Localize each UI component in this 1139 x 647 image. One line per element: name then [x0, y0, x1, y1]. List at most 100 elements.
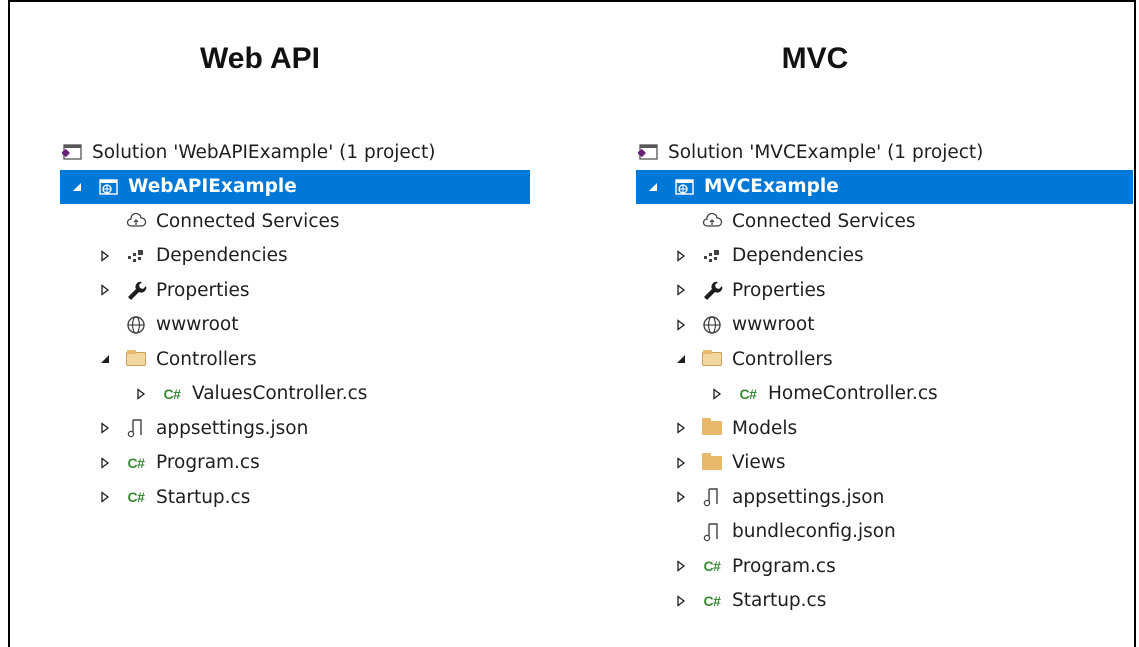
collapsed-arrow-icon[interactable] [96, 247, 114, 265]
no-arrow [96, 316, 114, 334]
expanded-arrow-icon[interactable] [672, 350, 690, 368]
solution-explorer-tree: Solution 'MVCExample' (1 project) MVCExa… [636, 135, 1133, 618]
dependencies-icon [700, 245, 724, 267]
collapsed-arrow-icon[interactable] [96, 488, 114, 506]
json-file-icon [124, 417, 148, 439]
tree-item-label: wwwroot [156, 314, 239, 336]
tree-item-label: ValuesController.cs [192, 383, 368, 405]
tree-item[interactable]: C# ValuesController.cs [60, 377, 530, 412]
csharp-file-icon: C# [703, 592, 721, 609]
tree-item-label: Startup.cs [732, 590, 827, 612]
tree-item[interactable]: Controllers [60, 342, 530, 377]
collapsed-arrow-icon[interactable] [96, 281, 114, 299]
tree-item[interactable]: Views [636, 446, 1133, 481]
project-node[interactable]: MVCExample [636, 169, 1133, 204]
tree-item[interactable]: Properties [636, 273, 1133, 308]
csharp-file-icon: C# [163, 385, 181, 402]
tree-item[interactable]: Connected Services [60, 204, 530, 239]
tree-item[interactable]: Models [636, 411, 1133, 446]
project-label: WebAPIExample [128, 176, 297, 198]
collapsed-arrow-icon[interactable] [672, 316, 690, 334]
dependencies-icon [124, 245, 148, 267]
tree-item-label: Program.cs [732, 555, 836, 577]
tree-item[interactable]: appsettings.json [60, 411, 530, 446]
solution-node[interactable]: Solution 'WebAPIExample' (1 project) [60, 135, 530, 170]
collapsed-arrow-icon[interactable] [96, 419, 114, 437]
no-arrow [672, 523, 690, 541]
visual-studio-solution-icon [636, 141, 660, 163]
json-file-icon [700, 486, 724, 508]
figure-frame: Web API Solution 'WebAPIExample' (1 proj… [8, 0, 1136, 647]
no-arrow [96, 212, 114, 230]
tree-item[interactable]: Dependencies [636, 239, 1133, 274]
globe-icon [124, 314, 148, 336]
collapsed-arrow-icon[interactable] [96, 454, 114, 472]
tree-item-label: Views [732, 452, 786, 474]
project-node[interactable]: WebAPIExample [60, 169, 530, 204]
web-project-icon [96, 176, 120, 198]
connected-services-icon [700, 210, 724, 232]
tree-item[interactable]: wwwroot [636, 308, 1133, 343]
expanded-arrow-icon[interactable] [96, 350, 114, 368]
tree-item-label: appsettings.json [156, 417, 309, 439]
folder-icon [700, 452, 724, 474]
tree-item[interactable]: C# Program.cs [636, 549, 1133, 584]
tree-item-label: Dependencies [732, 245, 864, 267]
csharp-file-icon: C# [739, 385, 757, 402]
wrench-icon [700, 279, 724, 301]
visual-studio-solution-icon [60, 141, 84, 163]
tree-item[interactable]: C# Program.cs [60, 446, 530, 481]
tree-item-label: Dependencies [156, 245, 288, 267]
connected-services-icon [124, 210, 148, 232]
collapsed-arrow-icon[interactable] [672, 247, 690, 265]
tree-item-label: Connected Services [732, 210, 916, 232]
expanded-arrow-icon[interactable] [644, 178, 662, 196]
tree-item[interactable]: Controllers [636, 342, 1133, 377]
tree-item[interactable]: Properties [60, 273, 530, 308]
collapsed-arrow-icon[interactable] [672, 592, 690, 610]
tree-item[interactable]: wwwroot [60, 308, 530, 343]
tree-item[interactable]: Connected Services [636, 204, 1133, 239]
tree-item-label: Connected Services [156, 210, 340, 232]
tree-item[interactable]: C# Startup.cs [60, 480, 530, 515]
collapsed-arrow-icon[interactable] [672, 281, 690, 299]
tree-item-label: Properties [156, 279, 250, 301]
collapsed-arrow-icon[interactable] [672, 419, 690, 437]
tree-item-label: HomeController.cs [768, 383, 938, 405]
json-file-icon [700, 521, 724, 543]
collapsed-arrow-icon[interactable] [132, 385, 150, 403]
tree-item[interactable]: C# HomeController.cs [636, 377, 1133, 412]
no-arrow [672, 212, 690, 230]
panel-heading: Web API [199, 42, 320, 75]
tree-item[interactable]: C# Startup.cs [636, 584, 1133, 619]
expanded-arrow-icon[interactable] [68, 178, 86, 196]
collapsed-arrow-icon[interactable] [672, 488, 690, 506]
collapsed-arrow-icon[interactable] [708, 385, 726, 403]
globe-icon [700, 314, 724, 336]
solution-explorer-tree: Solution 'WebAPIExample' (1 project) Web… [60, 135, 530, 515]
tree-item-label: Controllers [732, 348, 833, 370]
solution-node[interactable]: Solution 'MVCExample' (1 project) [636, 135, 1133, 170]
tree-item[interactable]: appsettings.json [636, 480, 1133, 515]
collapsed-arrow-icon[interactable] [672, 557, 690, 575]
folder-open-icon [700, 348, 724, 370]
tree-item-label: Program.cs [156, 452, 260, 474]
collapsed-arrow-icon[interactable] [672, 454, 690, 472]
folder-icon [700, 417, 724, 439]
web-project-icon [672, 176, 696, 198]
csharp-file-icon: C# [127, 454, 145, 471]
tree-item-label: bundleconfig.json [732, 521, 896, 543]
tree-item-label: Models [732, 417, 798, 439]
tree-item[interactable]: bundleconfig.json [636, 515, 1133, 550]
tree-item-label: Startup.cs [156, 486, 251, 508]
solution-label: Solution 'MVCExample' (1 project) [668, 141, 984, 163]
folder-open-icon [124, 348, 148, 370]
tree-item-label: Controllers [156, 348, 257, 370]
solution-label: Solution 'WebAPIExample' (1 project) [92, 141, 436, 163]
panel-heading: MVC [781, 42, 849, 75]
wrench-icon [124, 279, 148, 301]
csharp-file-icon: C# [127, 489, 145, 506]
tree-item-label: wwwroot [732, 314, 815, 336]
tree-item-label: appsettings.json [732, 486, 885, 508]
tree-item[interactable]: Dependencies [60, 239, 530, 274]
